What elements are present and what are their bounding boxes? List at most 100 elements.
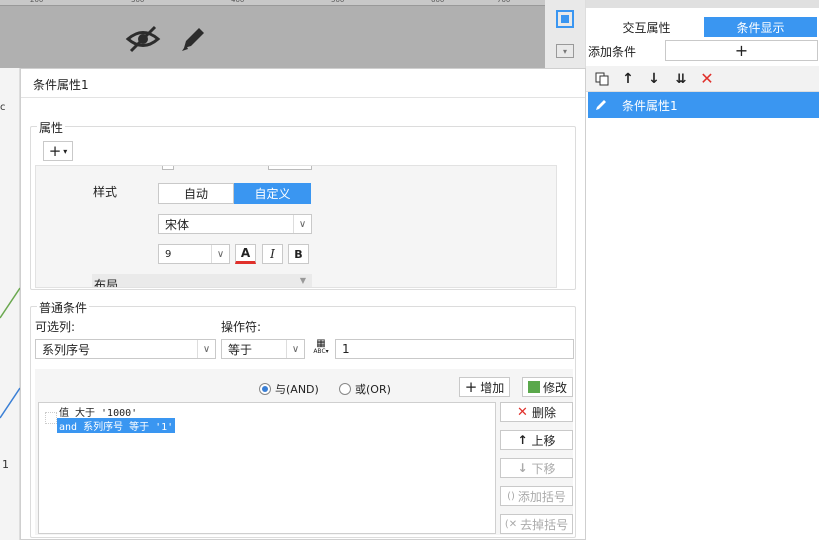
condition-toolbar: ↑ ↓ ⇊ ✕ (586, 66, 819, 92)
column-value: 系列序号 (42, 342, 91, 357)
style-label: 样式 (93, 185, 118, 199)
condition-list-item-selected[interactable]: 条件属性1 (588, 92, 819, 118)
eye-slash-icon[interactable] (124, 22, 162, 56)
ruler-tick: 600 (431, 0, 445, 4)
layout-icon[interactable] (556, 10, 574, 28)
property-scroll-area: 样式 自动 自定义 宋体 ∨ 9 ∨ A I B 布局 ▼ ∧ ∨ (35, 165, 557, 288)
modify-icon (527, 381, 540, 393)
arrow-up-icon: ↑ (517, 433, 528, 447)
delete-icon: ✕ (517, 404, 528, 420)
ruler-tick: 400 (231, 0, 245, 4)
italic-button[interactable]: I (262, 244, 283, 264)
normal-condition-group: 普通条件 可选列: 操作符: 系列序号 ∨ 等于 ∨ ▦ ABC▾ 1 与(AND… (30, 299, 576, 538)
add-condition-label: 添加条件 (588, 45, 637, 59)
modify-button-label: 修改 (542, 380, 567, 395)
tab-interaction-properties[interactable]: 交互属性 (589, 17, 704, 37)
condition-attribute-dialog: 条件属性1 属性 +▾ 样式 自动 自定义 宋体 ∨ 9 ∨ A I B 布局 (20, 68, 586, 540)
pencil-icon[interactable] (176, 22, 210, 56)
style-auto-toggle[interactable]: 自动 (158, 183, 234, 204)
condition-editor-area: 与(AND) 或(OR) + 增加 修改 值 大于 '1000' and 系列序号… (35, 369, 573, 535)
dialog-title: 条件属性1 (21, 69, 585, 98)
formula-type-icon[interactable]: ▦ ABC▾ (310, 337, 332, 359)
move-down-button[interactable]: ↓ 下移 (500, 458, 573, 478)
layout-row: 布局 ▼ (92, 274, 312, 288)
move-down-icon[interactable]: ↓ (646, 70, 662, 88)
layout-label: 布局 (94, 278, 119, 288)
condition-line[interactable]: 值 大于 '1000' (59, 404, 137, 419)
property-group-label: 属性 (37, 119, 66, 136)
condition-item-label: 条件属性1 (622, 99, 678, 113)
add-condition-button[interactable]: + (665, 40, 818, 61)
condition-tree[interactable]: 值 大于 '1000' and 系列序号 等于 '1' (38, 402, 496, 534)
dropdown-widget-icon[interactable]: ▾ (556, 44, 574, 58)
font-family-select[interactable]: 宋体 ∨ (158, 214, 312, 234)
style-custom-toggle[interactable]: 自定义 (234, 183, 311, 204)
ruler-tick: 300 (131, 0, 145, 4)
strip-marker: c (0, 102, 6, 113)
move-up-icon[interactable]: ↑ (620, 70, 636, 88)
or-label: 或(OR) (355, 383, 391, 396)
remove-bracket-icon: (✕ (504, 518, 518, 530)
partial-input[interactable] (268, 166, 312, 170)
add-button-label: 增加 (480, 380, 505, 395)
tab-conditional-display[interactable]: 条件显示 (704, 17, 817, 37)
operator-value: 等于 (228, 342, 253, 357)
add-bracket-label: 添加括号 (517, 489, 566, 504)
tree-node-box (45, 412, 57, 424)
chevron-down-icon: ▾ (63, 146, 68, 156)
remove-bracket-label: 去掉括号 (520, 517, 569, 532)
operator-label: 操作符: (221, 320, 262, 334)
chevron-down-icon: ∨ (293, 215, 311, 233)
ruler-tick: 500 (331, 0, 345, 4)
and-label: 与(AND) (275, 383, 319, 396)
left-canvas-strip: c 1 (0, 68, 20, 540)
plus-icon: + (464, 378, 478, 396)
design-canvas (0, 6, 545, 68)
and-radio[interactable]: 与(AND) (259, 381, 319, 397)
column-label: 可选列: (35, 320, 76, 334)
chevron-down-icon: ∨ (211, 245, 229, 263)
scrollbar[interactable]: ∧ ∨ (556, 166, 557, 287)
font-size-select[interactable]: 9 ∨ (158, 244, 230, 264)
radio-unselected-icon (339, 383, 351, 395)
checkbox[interactable] (162, 166, 174, 170)
column-select[interactable]: 系列序号 ∨ (35, 339, 216, 359)
move-bottom-icon[interactable]: ⇊ (672, 70, 690, 88)
font-size-value: 9 (165, 248, 172, 260)
strip-marker: 1 (2, 458, 9, 471)
move-up-label: 上移 (531, 433, 556, 448)
chevron-down-icon: ∨ (197, 340, 215, 358)
chevron-down-icon: ∨ (286, 340, 304, 358)
remove-bracket-button[interactable]: (✕ 去掉括号 (500, 514, 573, 534)
text-color-button[interactable]: A (235, 244, 256, 264)
operator-select[interactable]: 等于 ∨ (221, 339, 305, 359)
chevron-down-icon: ▼ (299, 276, 306, 285)
ruler-tick: 200 (30, 0, 44, 4)
condition-line-selected[interactable]: and 系列序号 等于 '1' (57, 418, 176, 433)
property-group: 属性 + ▾ 样式 自动 自定义 宋体 ∨ 9 ∨ A I B 布局 ▼ (30, 119, 576, 290)
add-bracket-button[interactable]: () 添加括号 (500, 486, 573, 506)
copy-icon[interactable] (594, 71, 610, 87)
delete-icon[interactable]: ✕ (698, 69, 716, 88)
normal-condition-label: 普通条件 (37, 299, 90, 316)
delete-button-label: 删除 (531, 405, 556, 420)
delete-button[interactable]: ✕ 删除 (500, 402, 573, 422)
pencil-icon (592, 96, 610, 114)
add-property-button[interactable]: + ▾ (43, 141, 73, 161)
strip-chart-lines (0, 287, 20, 419)
move-up-button[interactable]: ↑ 上移 (500, 430, 573, 450)
arrow-down-icon: ↓ (517, 461, 528, 475)
modify-button[interactable]: 修改 (522, 377, 573, 397)
radio-selected-icon (259, 383, 271, 395)
move-down-label: 下移 (531, 461, 556, 476)
bracket-icon: () (507, 490, 515, 502)
font-family-value: 宋体 (165, 217, 190, 232)
add-symbol: + (48, 142, 62, 160)
add-button[interactable]: + 增加 (459, 377, 510, 397)
bold-button[interactable]: B (288, 244, 309, 264)
condition-value-input[interactable]: 1 (335, 339, 574, 359)
or-radio[interactable]: 或(OR) (339, 381, 391, 397)
ruler-tick: 700 (497, 0, 511, 4)
panel-top-bar (586, 0, 819, 8)
right-panel: 交互属性 条件显示 添加条件 + ↑ ↓ ⇊ ✕ 条件属性1 (585, 0, 819, 540)
